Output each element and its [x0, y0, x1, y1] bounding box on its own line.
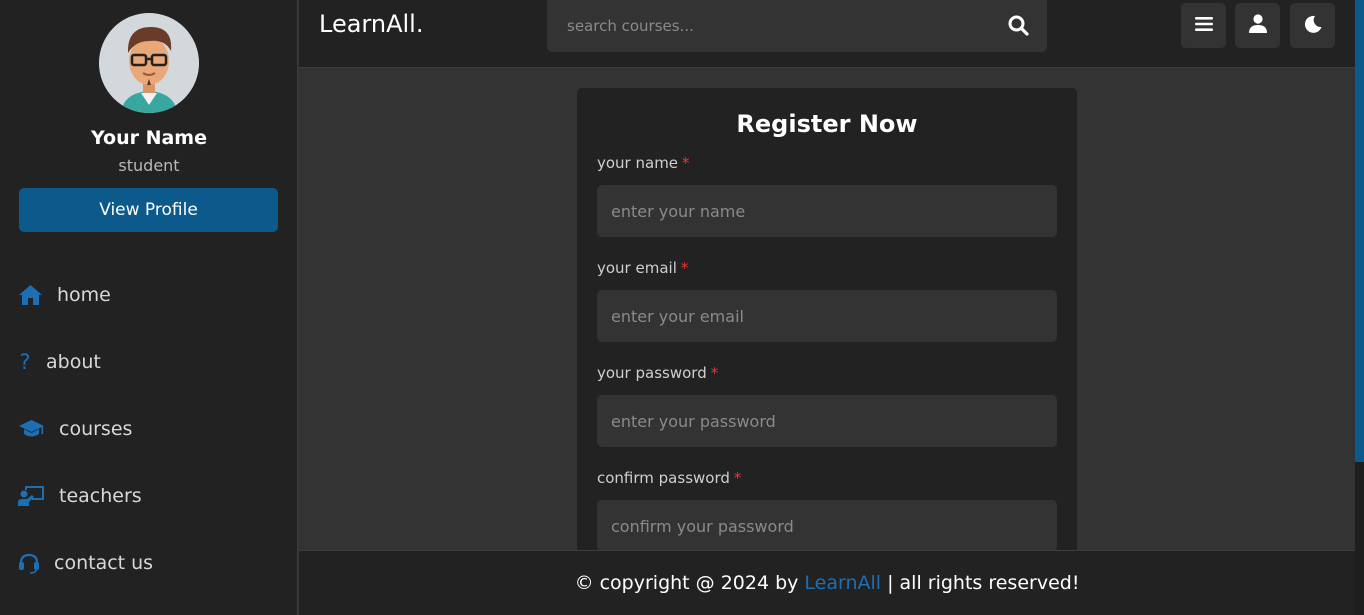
required-marker: * — [733, 469, 742, 487]
scrollbar-thumb[interactable] — [1355, 0, 1364, 462]
profile-role: student — [118, 156, 180, 175]
form-title: Register Now — [736, 110, 918, 138]
avatar[interactable] — [99, 13, 199, 113]
user-button[interactable] — [1235, 3, 1280, 48]
graduation-cap-icon — [18, 419, 45, 439]
footer-rights: | all rights reserved! — [887, 572, 1080, 594]
footer: © copyright @ 2024 by LearnAll | all rig… — [299, 550, 1355, 615]
menu-button[interactable] — [1181, 3, 1226, 48]
footer-brand-link[interactable]: LearnAll — [804, 572, 881, 594]
sidebar-item-label: teachers — [59, 485, 142, 507]
sidebar-item-contact-us[interactable]: contact us — [18, 543, 153, 583]
scrollbar[interactable] — [1355, 0, 1364, 615]
footer-copyright: © copyright @ 2024 by — [574, 572, 799, 594]
theme-toggle-button[interactable] — [1290, 3, 1335, 48]
sidebar: Your Name student View Profile home ? ab… — [0, 0, 298, 615]
name-label: your name * — [597, 154, 690, 172]
search-bar — [547, 0, 1047, 52]
menu-icon — [1194, 16, 1213, 36]
sidebar-item-teachers[interactable]: teachers — [18, 476, 142, 516]
moon-icon — [1304, 15, 1322, 37]
password-field[interactable] — [597, 395, 1057, 447]
user-icon — [1248, 14, 1267, 37]
name-field[interactable] — [597, 185, 1057, 237]
profile-name: Your Name — [91, 127, 207, 149]
field-label-text: your name — [597, 154, 679, 172]
header: LearnAll. — [299, 0, 1355, 68]
required-marker: * — [710, 364, 719, 382]
view-profile-button[interactable]: View Profile — [19, 188, 278, 232]
logo[interactable]: LearnAll. — [319, 10, 423, 38]
sidebar-item-about[interactable]: ? about — [18, 342, 101, 382]
confirm-password-label: confirm password * — [597, 469, 741, 487]
sidebar-item-home[interactable]: home — [18, 275, 111, 315]
search-input[interactable] — [547, 0, 987, 52]
email-field[interactable] — [597, 290, 1057, 342]
question-icon: ? — [19, 350, 31, 374]
chalkboard-teacher-icon — [18, 485, 45, 507]
password-label: your password * — [597, 364, 718, 382]
sidebar-item-label: home — [57, 284, 111, 306]
sidebar-item-label: about — [46, 351, 101, 373]
required-marker: * — [680, 259, 689, 277]
field-label-text: confirm password — [597, 469, 730, 487]
headset-icon — [18, 552, 40, 574]
sidebar-item-label: contact us — [54, 552, 154, 574]
email-label: your email * — [597, 259, 688, 277]
search-icon[interactable] — [1008, 15, 1029, 40]
register-form: Register Now your name* your email* your… — [577, 88, 1077, 558]
confirm-password-field[interactable] — [597, 500, 1057, 552]
field-label-text: your email — [597, 259, 677, 277]
required-marker: * — [682, 154, 690, 172]
sidebar-item-label: courses — [59, 418, 133, 440]
field-label-text: your password — [597, 364, 707, 382]
home-icon — [18, 284, 43, 306]
sidebar-item-courses[interactable]: courses — [18, 409, 132, 449]
